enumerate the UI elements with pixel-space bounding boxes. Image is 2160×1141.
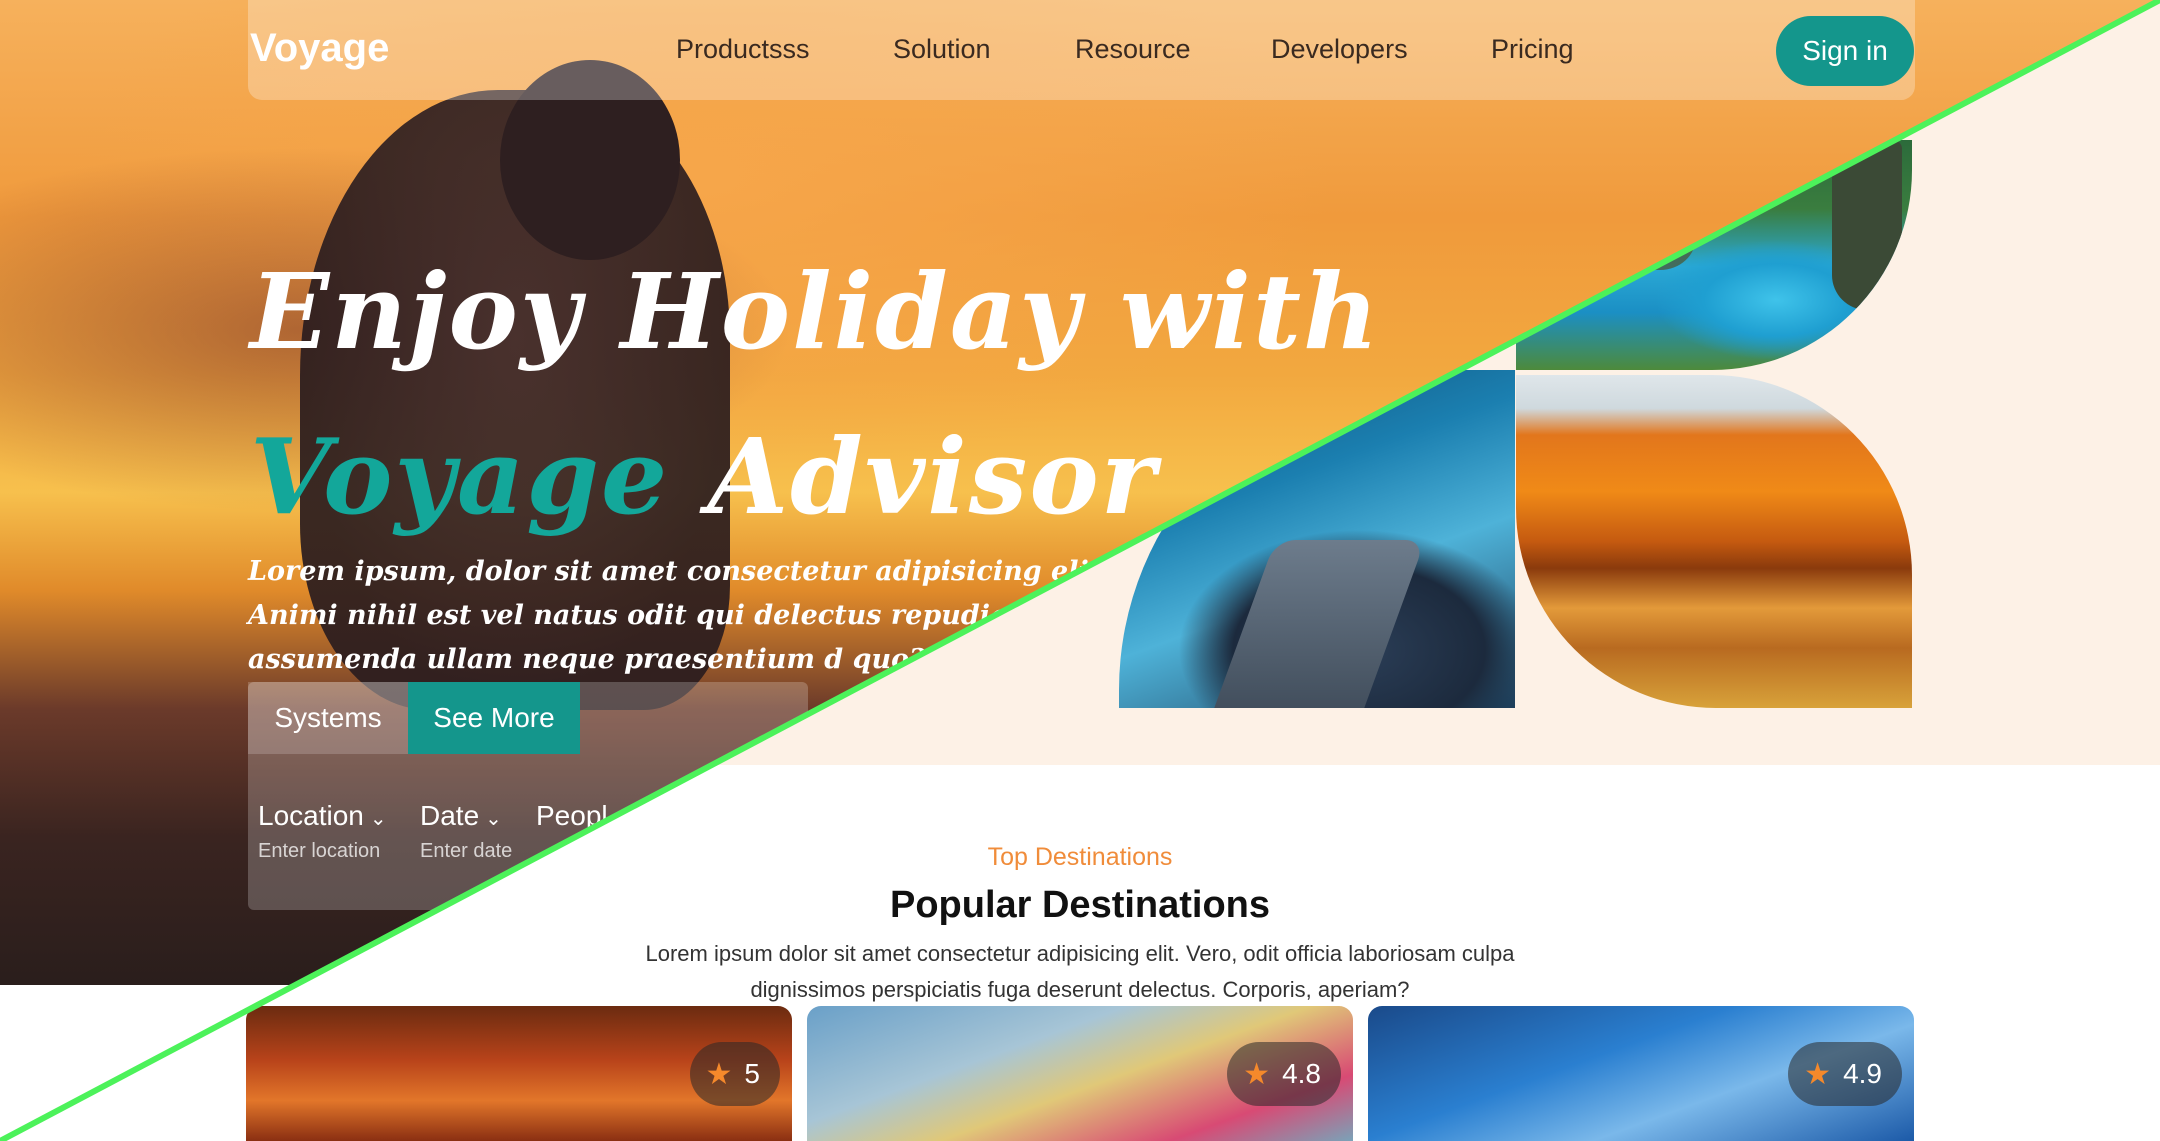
- date-dropdown[interactable]: Date ⌄: [420, 800, 502, 832]
- tab-see-more[interactable]: See More: [408, 682, 580, 754]
- section-description: Lorem ipsum dolor sit amet consectetur a…: [645, 941, 1515, 1002]
- star-icon: ★: [705, 1057, 733, 1091]
- rating-value: 5: [744, 1058, 760, 1089]
- star-icon: ★: [1243, 1057, 1271, 1091]
- nav-pricing[interactable]: Pricing: [1491, 34, 1574, 65]
- nav-products[interactable]: Productsss: [676, 34, 810, 65]
- rating-badge: ★ 5: [689, 1042, 780, 1106]
- rating-badge: ★ 4.9: [1788, 1042, 1902, 1106]
- chevron-down-icon: ⌄: [369, 808, 387, 830]
- star-icon: ★: [1804, 1057, 1832, 1091]
- brand-logo[interactable]: Voyage: [250, 26, 389, 71]
- date-placeholder: Enter date: [420, 840, 513, 862]
- signin-button[interactable]: Sign in: [1776, 16, 1914, 86]
- chevron-down-icon: ⌄: [485, 808, 502, 830]
- rating-value: 4.9: [1843, 1058, 1882, 1089]
- nav-developers[interactable]: Developers: [1271, 34, 1408, 65]
- hero-heading-line2: Voyage Advisor: [250, 415, 1158, 538]
- location-dropdown[interactable]: Location ⌄: [258, 800, 387, 832]
- hero-heading-rest: Advisor: [707, 415, 1158, 538]
- nav-solution[interactable]: Solution: [893, 34, 991, 65]
- location-placeholder: Enter location: [258, 840, 381, 862]
- tab-systems[interactable]: Systems: [248, 682, 408, 754]
- location-label: Location: [258, 800, 364, 831]
- destination-card[interactable]: ★ 5: [246, 1006, 792, 1141]
- destination-card[interactable]: ★ 4.8: [807, 1006, 1353, 1141]
- date-label: Date: [420, 800, 480, 831]
- destination-card[interactable]: ★ 4.9: [1368, 1006, 1914, 1141]
- aquarium-walkway: [1202, 540, 1426, 708]
- hero-heading-accent: Voyage: [250, 415, 670, 538]
- hero-heading-line1: Enjoy Holiday with: [250, 250, 1381, 373]
- nav-resource[interactable]: Resource: [1075, 34, 1191, 65]
- rating-value: 4.8: [1282, 1058, 1321, 1089]
- rating-badge: ★ 4.8: [1227, 1042, 1341, 1106]
